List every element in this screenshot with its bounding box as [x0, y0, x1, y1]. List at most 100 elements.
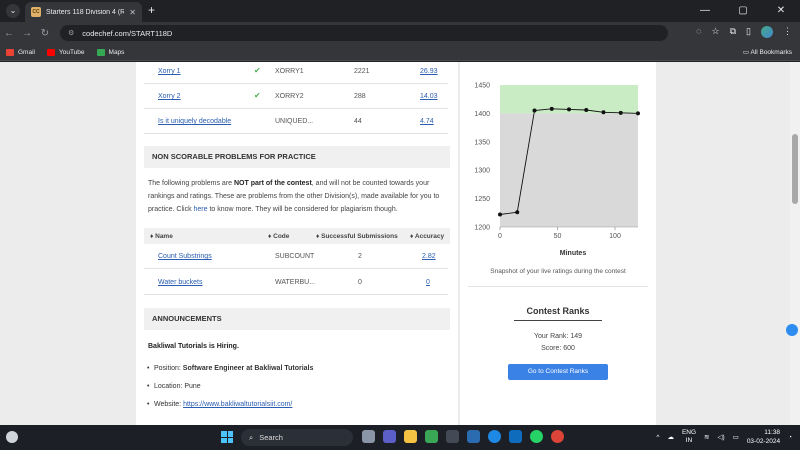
- your-score: Score: 600: [541, 345, 575, 352]
- problem-accuracy[interactable]: 0: [426, 279, 430, 286]
- chart-caption: Snapshot of your live ratings during the…: [490, 268, 626, 275]
- system-tray: ^ ☁ ENG IN ≋ ◁) ▭ 11:38 03-02-2024 ◔: [656, 428, 792, 446]
- chrome-icon[interactable]: [551, 430, 564, 443]
- app-icon[interactable]: [467, 430, 480, 443]
- announcement-website: Website: https://www.bakliwaltutorialsii…: [147, 401, 292, 408]
- problem-code: XORRY2: [275, 93, 304, 100]
- col-submissions[interactable]: ♦ Successful Submissions: [316, 233, 398, 240]
- close-window-icon[interactable]: ✕: [762, 0, 800, 22]
- notification-icon[interactable]: ◔: [788, 434, 792, 441]
- problem-submissions: 288: [354, 93, 366, 100]
- whatsapp-icon[interactable]: [530, 430, 543, 443]
- window-controls: — ▢ ✕: [686, 0, 800, 22]
- problem-link[interactable]: Count Substrings: [158, 253, 212, 260]
- bookmark-maps[interactable]: Maps: [96, 48, 124, 56]
- chevron-up-icon[interactable]: ^: [656, 434, 659, 441]
- menu-icon[interactable]: ⋮: [783, 26, 792, 38]
- active-tab[interactable]: CC Starters 118 Division 4 (Rated) C ✕: [25, 2, 142, 22]
- here-link[interactable]: here: [194, 206, 208, 213]
- table-row: Count Substrings SUBCOUNT 2 2.82: [144, 244, 448, 269]
- star-icon[interactable]: ☆: [712, 26, 720, 38]
- problem-link[interactable]: Xorry 1: [158, 68, 181, 75]
- problem-link[interactable]: Is it uniquely decodable: [158, 118, 231, 125]
- weather-icon[interactable]: [6, 431, 18, 443]
- close-tab-icon[interactable]: ✕: [129, 8, 136, 17]
- x-tick-label: 0: [498, 233, 502, 240]
- hide-icon[interactable]: ◌: [696, 26, 701, 38]
- scrollbar-thumb[interactable]: [792, 134, 798, 204]
- extensions-icon[interactable]: ⧉: [730, 26, 736, 38]
- new-tab-icon[interactable]: +: [148, 3, 155, 17]
- address-bar[interactable]: ⚙ codechef.com/START118D: [60, 25, 668, 41]
- codechef-favicon-icon: CC: [31, 7, 41, 17]
- maximize-icon[interactable]: ▢: [724, 0, 762, 22]
- table-row: Water buckets WATERBU... 0 0: [144, 270, 448, 295]
- cloud-icon[interactable]: ☁: [667, 433, 674, 441]
- y-tick-label: 1350: [474, 139, 490, 146]
- teams-icon[interactable]: [383, 430, 396, 443]
- browser-toolbar: ← → ↻ ⚙ codechef.com/START118D ◌ ☆ ⧉ ▯ ⋮: [0, 22, 800, 44]
- y-tick-label: 1200: [474, 225, 490, 232]
- problem-accuracy[interactable]: 4.74: [420, 118, 434, 125]
- reload-icon[interactable]: ↻: [36, 28, 54, 39]
- taskbar-search[interactable]: ⌕ Search: [241, 429, 353, 446]
- problem-code: XORRY1: [275, 68, 304, 75]
- sidebar-icon[interactable]: ▯: [746, 26, 751, 38]
- problem-link[interactable]: Xorry 2: [158, 93, 181, 100]
- address-url: codechef.com/START118D: [82, 28, 173, 38]
- profile-avatar[interactable]: [761, 26, 773, 38]
- website-link[interactable]: https://www.bakliwaltutorialsiit.com/: [183, 401, 292, 408]
- rating-point: [636, 111, 640, 116]
- table-row: Is it uniquely decodable UNIQUED... 44 4…: [144, 109, 448, 134]
- problem-accuracy[interactable]: 26.93: [420, 68, 438, 75]
- minimize-icon[interactable]: —: [686, 0, 724, 22]
- toolbar-actions: ◌ ☆ ⧉ ▯ ⋮: [696, 26, 792, 38]
- battery-icon[interactable]: ▭: [733, 433, 739, 441]
- announcements-heading: ANNOUNCEMENTS: [144, 308, 450, 330]
- practice-description: The following problems are NOT part of t…: [148, 180, 440, 213]
- task-view-icon[interactable]: [362, 430, 375, 443]
- store-icon[interactable]: [425, 430, 438, 443]
- all-bookmarks[interactable]: ▭ All Bookmarks: [743, 48, 792, 56]
- practice-table-header: ♦ Name ♦ Code ♦ Successful Submissions ♦…: [144, 228, 450, 244]
- page-scrollbar[interactable]: [790, 62, 800, 425]
- rating-point: [584, 107, 589, 112]
- bookmark-gmail[interactable]: Gmail: [6, 48, 35, 56]
- dell-icon[interactable]: [446, 430, 459, 443]
- x-tick-label: 100: [609, 233, 621, 240]
- windows-start-icon[interactable]: [221, 431, 233, 443]
- site-info-icon[interactable]: ⚙: [68, 29, 74, 37]
- problem-link[interactable]: Water buckets: [158, 279, 202, 286]
- forward-icon[interactable]: →: [18, 28, 36, 39]
- clock[interactable]: 11:38 03-02-2024: [747, 428, 780, 446]
- main-content: Xorry 1 ✔ XORRY1 2221 26.93 Xorry 2 ✔ XO…: [136, 62, 458, 425]
- y-tick-label: 1450: [474, 83, 490, 90]
- problem-accuracy[interactable]: 14.03: [420, 93, 438, 100]
- file-explorer-icon[interactable]: [404, 430, 417, 443]
- chat-bubble-icon[interactable]: [786, 324, 798, 336]
- edge-icon[interactable]: [488, 430, 501, 443]
- back-icon[interactable]: ←: [0, 28, 18, 39]
- go-to-contest-ranks-button[interactable]: Go to Contest Ranks: [508, 364, 608, 380]
- problem-code: WATERBU...: [275, 279, 316, 286]
- y-tick-label: 1300: [474, 168, 490, 175]
- youtube-icon: [46, 48, 55, 56]
- rating-point: [515, 210, 520, 215]
- col-code[interactable]: ♦ Code: [268, 233, 289, 240]
- y-tick-label: 1250: [474, 196, 490, 203]
- title-underline: [514, 320, 602, 321]
- windows-taskbar: ⌕ Search ^ ☁ ENG IN ≋ ◁) ▭ 11:38 03-02-2024…: [0, 425, 800, 450]
- tab-search-icon[interactable]: ⌄: [6, 4, 20, 18]
- col-name[interactable]: ♦ Name: [150, 233, 173, 240]
- divider: [468, 286, 648, 287]
- problem-submissions: 2: [358, 253, 362, 260]
- volume-icon[interactable]: ◁): [717, 433, 724, 441]
- language-indicator[interactable]: ENG IN: [682, 429, 696, 445]
- bookmark-youtube[interactable]: YouTube: [46, 48, 85, 56]
- problem-accuracy[interactable]: 2.82: [422, 253, 436, 260]
- col-accuracy[interactable]: ♦ Accuracy: [410, 233, 444, 240]
- problem-code: SUBCOUNT: [275, 253, 315, 260]
- web-page: Xorry 1 ✔ XORRY1 2221 26.93 Xorry 2 ✔ XO…: [0, 62, 800, 425]
- wifi-icon[interactable]: ≋: [704, 433, 709, 441]
- outlook-icon[interactable]: [509, 430, 522, 443]
